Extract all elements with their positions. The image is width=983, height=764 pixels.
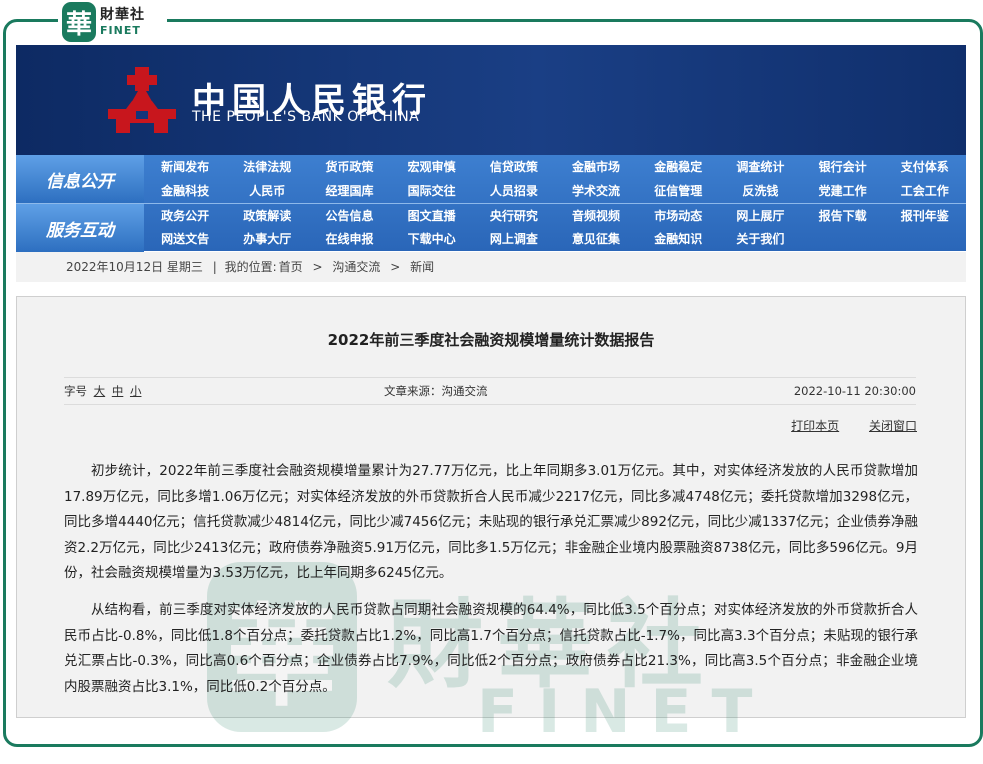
nav-item[interactable]: 报告下载: [802, 204, 884, 228]
nav-item[interactable]: 新闻发布: [144, 155, 226, 179]
nav-item[interactable]: 网上展厅: [719, 204, 801, 228]
nav-item[interactable]: 工会工作: [884, 179, 966, 203]
pboc-name-en: THE PEOPLE'S BANK OF CHINA: [192, 109, 420, 125]
breadcrumb-location-label: 我的位置:: [224, 260, 277, 274]
nav-item[interactable]: 网送文告: [144, 227, 226, 251]
font-medium-link[interactable]: 中: [112, 384, 124, 398]
finet-logo-text: 財華社 FINET: [100, 8, 145, 36]
font-small-link[interactable]: 小: [130, 384, 142, 398]
print-page-link[interactable]: 打印本页: [791, 419, 839, 433]
nav-item[interactable]: 市场动态: [637, 204, 719, 228]
breadcrumb-link-communication[interactable]: 沟通交流: [332, 260, 380, 274]
nav-item[interactable]: 金融知识: [637, 227, 719, 251]
nav-item[interactable]: 法律法规: [226, 155, 308, 179]
main-nav: 信息公开 服务互动 新闻发布 法律法规 货币政策 宏观审慎 信贷政策 金融市场 …: [16, 155, 966, 252]
finet-logo: 華 財華社 FINET: [58, 0, 167, 44]
nav-item[interactable]: 信贷政策: [473, 155, 555, 179]
nav-item[interactable]: 调查统计: [719, 155, 801, 179]
nav-item[interactable]: 政策解读: [226, 204, 308, 228]
article-title: 2022年前三季度社会融资规模增量统计数据报告: [327, 331, 655, 349]
breadcrumb-arrow: >: [312, 260, 323, 274]
finet-logo-cn: 財華社: [100, 7, 145, 23]
nav-item[interactable]: 下载中心: [391, 227, 473, 251]
nav-item[interactable]: 音频视频: [555, 204, 637, 228]
nav-group-service-interaction[interactable]: 服务互动: [16, 203, 144, 252]
article-container: 華 財華社 FINET 2022年前三季度社会融资规模增量统计数据报告 字号 大…: [16, 296, 966, 747]
nav-item[interactable]: 经理国库: [308, 179, 390, 203]
article-paragraph-1: 初步统计，2022年前三季度社会融资规模增量累计为27.77万亿元，比上年同期多…: [64, 463, 918, 581]
font-size-control: 字号 大 中 小: [64, 378, 141, 404]
nav-item[interactable]: 反洗钱: [719, 179, 801, 203]
close-window-link[interactable]: 关闭窗口: [869, 419, 917, 433]
nav-item[interactable]: 金融稳定: [637, 155, 719, 179]
pboc-emblem-icon: [108, 67, 176, 133]
nav-row-1: 新闻发布 法律法规 货币政策 宏观审慎 信贷政策 金融市场 金融稳定 调查统计 …: [144, 155, 966, 179]
breadcrumb: 2022年10月12日 星期三 | 我的位置: 首页 > 沟通交流 > 新闻: [16, 252, 966, 282]
nav-item[interactable]: 党建工作: [802, 179, 884, 203]
nav-item[interactable]: 学术交流: [555, 179, 637, 203]
nav-row-2: 金融科技 人民币 经理国库 国际交往 人员招录 学术交流 征信管理 反洗钱 党建…: [144, 179, 966, 203]
nav-item[interactable]: 国际交往: [391, 179, 473, 203]
article-tools: 打印本页 关闭窗口: [765, 417, 917, 434]
font-large-link[interactable]: 大: [94, 384, 106, 398]
nav-item[interactable]: 金融市场: [555, 155, 637, 179]
article-meta: 字号 大 中 小 文章来源：沟通交流 2022-10-11 20:30:00: [64, 377, 916, 405]
article-paragraph-2: 从结构看，前三季度对实体经济发放的人民币贷款占同期社会融资规模的64.4%，同比…: [64, 602, 918, 695]
current-date: 2022年10月12日 星期三: [66, 260, 203, 274]
nav-item[interactable]: 办事大厅: [226, 227, 308, 251]
nav-item[interactable]: 报刊年鉴: [884, 204, 966, 228]
breadcrumb-link-news[interactable]: 新闻: [410, 260, 434, 274]
nav-item[interactable]: 网上调查: [473, 227, 555, 251]
pboc-banner: 中国人民银行 THE PEOPLE'S BANK OF CHINA: [16, 45, 966, 155]
nav-item[interactable]: 货币政策: [308, 155, 390, 179]
nav-row-3: 政务公开 政策解读 公告信息 图文直播 央行研究 音频视频 市场动态 网上展厅 …: [144, 203, 966, 228]
nav-item[interactable]: 征信管理: [637, 179, 719, 203]
article-source: 文章来源：沟通交流: [384, 384, 488, 398]
nav-item[interactable]: 在线申报: [308, 227, 390, 251]
nav-group-info-public[interactable]: 信息公开: [16, 155, 144, 203]
nav-item[interactable]: 人员招录: [473, 179, 555, 203]
nav-item[interactable]: 金融科技: [144, 179, 226, 203]
nav-item[interactable]: 人民币: [226, 179, 308, 203]
nav-item[interactable]: 意见征集: [555, 227, 637, 251]
finet-logo-mark: 華: [62, 2, 96, 42]
nav-item[interactable]: 关于我们: [719, 227, 801, 251]
breadcrumb-separator: |: [212, 260, 217, 274]
nav-item[interactable]: 政务公开: [144, 204, 226, 228]
finet-logo-en: FINET: [100, 24, 141, 37]
nav-item[interactable]: 银行会计: [802, 155, 884, 179]
nav-row-4: 网送文告 办事大厅 在线申报 下载中心 网上调查 意见征集 金融知识 关于我们: [144, 227, 966, 251]
nav-item[interactable]: 公告信息: [308, 204, 390, 228]
nav-item[interactable]: 支付体系: [884, 155, 966, 179]
article-timestamp: 2022-10-11 20:30:00: [793, 384, 916, 398]
nav-item[interactable]: 图文直播: [391, 204, 473, 228]
nav-item[interactable]: 宏观审慎: [391, 155, 473, 179]
breadcrumb-home-link[interactable]: 首页: [279, 260, 303, 274]
font-size-label: 字号: [64, 384, 87, 398]
nav-item[interactable]: 央行研究: [473, 204, 555, 228]
breadcrumb-arrow: >: [390, 260, 401, 274]
